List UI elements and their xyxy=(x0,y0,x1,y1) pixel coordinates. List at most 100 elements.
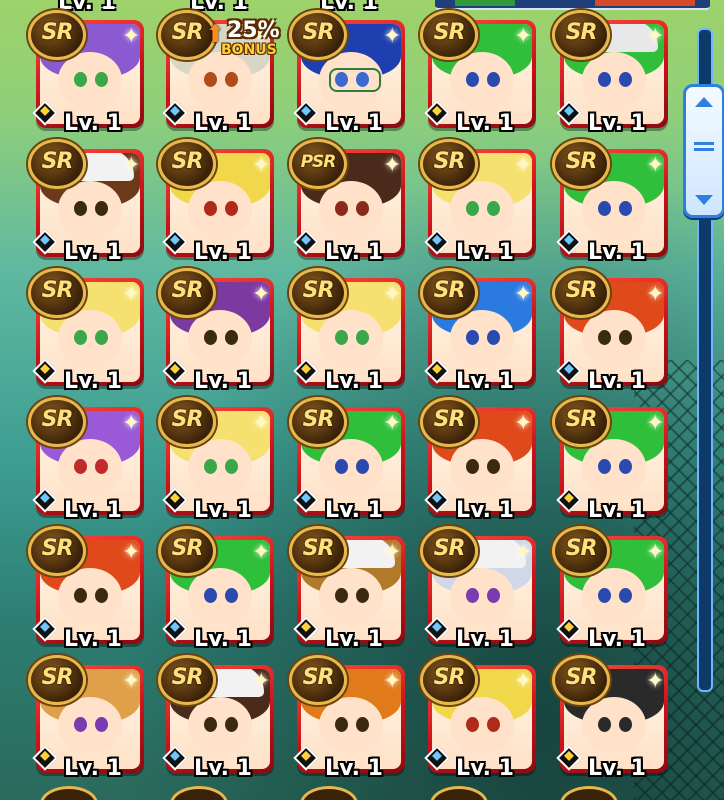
level-label: Lv. 1 xyxy=(588,627,646,652)
character-face xyxy=(188,52,252,108)
character-card[interactable]: SR Lv. 1 ✦ xyxy=(552,10,668,136)
character-eye xyxy=(487,588,500,603)
character-card[interactable]: SR Lv. 1 ✦ xyxy=(420,655,536,781)
character-eye xyxy=(466,201,479,216)
character-eye xyxy=(466,72,479,87)
level-label: Lv. 1 xyxy=(64,240,122,265)
character-card[interactable]: SR Lv. 1 ✦ xyxy=(420,397,536,523)
sparkle-icon: ✦ xyxy=(514,669,533,694)
character-eye xyxy=(95,717,108,732)
sparkle-icon: ✦ xyxy=(646,24,665,49)
character-eye xyxy=(74,588,87,603)
character-face xyxy=(58,439,122,495)
character-card[interactable]: SR Lv. 1 ✦ xyxy=(158,268,274,394)
character-eye xyxy=(619,588,632,603)
character-face xyxy=(319,568,383,624)
character-eye xyxy=(225,201,238,216)
level-label: Lv. 1 xyxy=(64,498,122,523)
character-face xyxy=(319,697,383,753)
character-card[interactable]: SR Lv. 1 ✦ xyxy=(28,397,144,523)
scroll-down-arrow-icon xyxy=(695,195,713,205)
character-card[interactable]: SR Lv. 1 ✦ xyxy=(28,10,144,136)
sparkle-icon: ✦ xyxy=(122,669,141,694)
character-eye xyxy=(466,588,479,603)
character-face xyxy=(58,310,122,366)
character-card[interactable]: SR Lv. 1 ✦ xyxy=(552,655,668,781)
character-eye xyxy=(487,201,500,216)
level-label: Lv. 1 xyxy=(325,111,383,136)
character-card[interactable]: SR Lv. 1 ✦ xyxy=(420,526,536,652)
level-label: Lv. 1 xyxy=(456,498,514,523)
character-card[interactable]: SR Lv. 1 ✦ xyxy=(552,526,668,652)
character-card[interactable]: SR Lv. 1 ✦ xyxy=(158,655,274,781)
character-card[interactable]: SR Lv. 1 ✦ xyxy=(158,397,274,523)
character-card[interactable]: SR Lv. 1 ✦ xyxy=(28,655,144,781)
character-card[interactable]: SR Lv. 1 ✦ xyxy=(552,397,668,523)
character-card[interactable]: SR Lv. 1 ✦ xyxy=(289,397,405,523)
character-eye xyxy=(466,459,479,474)
character-card[interactable]: SR Lv. 1 ✦ xyxy=(420,139,536,265)
character-card[interactable]: SR Lv. 1 ✦ xyxy=(552,139,668,265)
character-eye xyxy=(335,459,348,474)
character-face xyxy=(450,697,514,753)
bonus-indicator: ⬆ 25% BONUS xyxy=(205,18,297,60)
rarity-badge: SR xyxy=(552,655,610,705)
level-label: Lv. 1 xyxy=(588,756,646,781)
character-eye xyxy=(598,717,611,732)
sparkle-icon: ✦ xyxy=(252,153,271,178)
sparkle-icon: ✦ xyxy=(646,153,665,178)
character-eye xyxy=(619,330,632,345)
level-label: Lv. 1 xyxy=(456,627,514,652)
character-eye xyxy=(225,588,238,603)
character-eye xyxy=(204,330,217,345)
level-label: Lv. 1 xyxy=(456,369,514,394)
character-eye xyxy=(487,459,500,474)
level-label: Lv. 1 xyxy=(456,756,514,781)
sparkle-icon: ✦ xyxy=(646,540,665,565)
character-eye xyxy=(335,588,348,603)
character-face xyxy=(582,181,646,237)
partial-rarity-badge xyxy=(300,786,358,800)
character-face xyxy=(582,697,646,753)
character-card[interactable]: SR Lv. 1 ✦ xyxy=(158,526,274,652)
character-eye xyxy=(487,330,500,345)
rarity-badge: SR xyxy=(158,655,216,705)
character-eye xyxy=(74,459,87,474)
character-card[interactable]: SR Lv. 1 ✦ xyxy=(420,10,536,136)
sparkle-icon: ✦ xyxy=(122,153,141,178)
character-card[interactable]: PSR Lv. 1 ✦ xyxy=(289,139,405,265)
character-card[interactable]: SR Lv. 1 ✦ xyxy=(28,139,144,265)
rarity-badge: SR xyxy=(158,397,216,447)
character-card[interactable]: SR Lv. 1 ✦ xyxy=(289,268,405,394)
character-card[interactable]: SR Lv. 1 ✦ xyxy=(420,268,536,394)
character-eye xyxy=(204,72,217,87)
sparkle-icon: ✦ xyxy=(252,411,271,436)
character-face xyxy=(58,181,122,237)
character-card[interactable]: SR Lv. 1 ✦ xyxy=(289,655,405,781)
character-card[interactable]: SR Lv. 1 ✦ xyxy=(289,526,405,652)
character-card[interactable]: SR Lv. 1 ✦ xyxy=(28,268,144,394)
character-eye xyxy=(225,459,238,474)
rarity-badge: SR xyxy=(289,655,347,705)
character-eye xyxy=(74,72,87,87)
character-card[interactable]: SR Lv. 1 ✦ xyxy=(158,139,274,265)
level-label: Lv. 1 xyxy=(64,369,122,394)
rarity-badge: SR xyxy=(28,655,86,705)
rarity-badge: SR xyxy=(552,268,610,318)
level-label: Lv. 1 xyxy=(588,240,646,265)
rarity-badge: SR xyxy=(552,526,610,576)
bonus-percent: 25% xyxy=(227,18,280,43)
character-eye xyxy=(95,588,108,603)
character-card[interactable]: SR Lv. 1 ✦ xyxy=(552,268,668,394)
sparkle-icon: ✦ xyxy=(383,24,402,49)
level-label: Lv. 1 xyxy=(194,498,252,523)
level-label: Lv. 1 xyxy=(64,627,122,652)
sparkle-icon: ✦ xyxy=(252,540,271,565)
character-face xyxy=(188,568,252,624)
character-card[interactable]: SR Lv. 1 ✦ xyxy=(28,526,144,652)
character-eye xyxy=(466,330,479,345)
partial-rarity-badge xyxy=(430,786,488,800)
level-label: Lv. 1 xyxy=(325,756,383,781)
scrollbar-thumb[interactable] xyxy=(683,84,724,218)
character-card[interactable]: SR Lv. 1 ✦ xyxy=(289,10,405,136)
